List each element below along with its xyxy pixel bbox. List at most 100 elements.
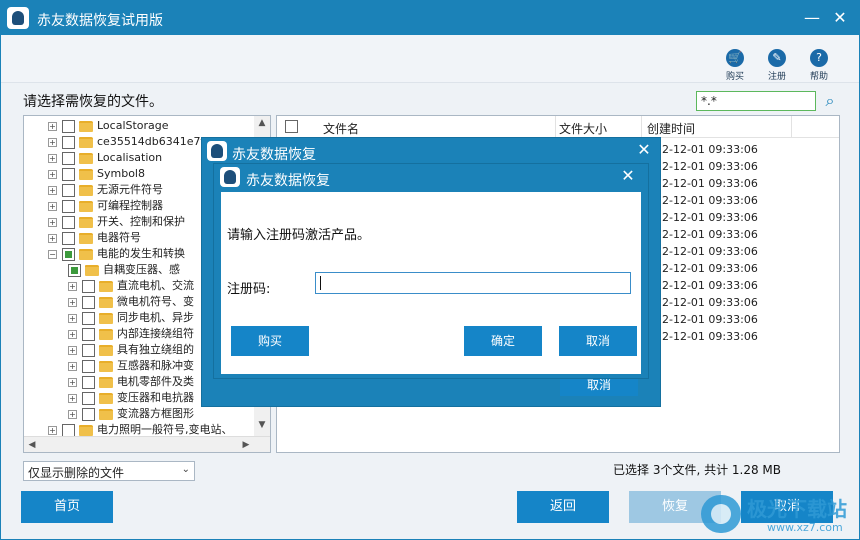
- help-tool-button[interactable]: ? 帮助: [801, 49, 837, 82]
- tree-item-checkbox[interactable]: [82, 343, 95, 357]
- register-dialog-logo: [220, 167, 240, 187]
- tree-item[interactable]: + 无源元件符号: [48, 182, 163, 198]
- tree-item[interactable]: + 变流器方框图形: [68, 406, 194, 422]
- search-icon[interactable]: ⌕: [821, 91, 839, 111]
- dialog-cancel-button[interactable]: 取消: [559, 326, 637, 356]
- select-all-checkbox[interactable]: [285, 120, 298, 133]
- tree-item-checkbox[interactable]: [62, 199, 75, 213]
- column-time[interactable]: 创建时间: [647, 120, 695, 137]
- expand-icon[interactable]: +: [68, 313, 77, 323]
- tree-item[interactable]: + Localisation: [48, 150, 162, 166]
- expand-icon[interactable]: +: [48, 185, 57, 195]
- home-button[interactable]: 首页: [21, 491, 113, 523]
- register-tool-button[interactable]: ✎ 注册: [759, 49, 795, 82]
- expand-icon[interactable]: +: [48, 137, 57, 147]
- folder-icon: [79, 232, 93, 244]
- column-divider: [555, 116, 556, 138]
- column-size[interactable]: 文件大小: [559, 120, 607, 137]
- expand-icon[interactable]: +: [68, 345, 77, 355]
- tree-item[interactable]: + 同步电机、异步: [68, 310, 194, 326]
- tree-item-checkbox[interactable]: [82, 359, 95, 373]
- tree-item-checkbox[interactable]: [62, 183, 75, 197]
- expand-icon[interactable]: +: [68, 281, 77, 291]
- tree-item-checkbox[interactable]: [82, 391, 95, 405]
- filter-input[interactable]: *.*: [696, 91, 816, 111]
- expand-icon[interactable]: +: [48, 425, 57, 435]
- tree-item[interactable]: − 电能的发生和转换: [48, 246, 185, 262]
- tree-item-checkbox[interactable]: [82, 279, 95, 293]
- main-window: 赤友数据恢复试用版 — ✕ 🛒 购买 ✎ 注册 ? 帮助 请选择需恢复的文件。 …: [0, 0, 860, 540]
- collapse-icon[interactable]: −: [48, 249, 57, 259]
- expand-icon[interactable]: +: [48, 169, 57, 179]
- scroll-left-icon[interactable]: ◀: [24, 440, 40, 450]
- chevron-down-icon: ⌄: [181, 464, 190, 475]
- file-created-time: 22-12-01 09:33:06: [655, 228, 758, 241]
- expand-icon[interactable]: +: [48, 153, 57, 163]
- tree-item[interactable]: + 开关、控制和保护: [48, 214, 185, 230]
- scroll-up-icon[interactable]: ▲: [254, 118, 270, 128]
- tree-item-checkbox[interactable]: [62, 423, 75, 437]
- buy-tool-button[interactable]: 🛒 购买: [717, 49, 753, 82]
- tree-item[interactable]: + 变压器和电抗器: [68, 390, 194, 406]
- display-mode-value: 仅显示删除的文件: [28, 466, 125, 480]
- tree-item-checkbox[interactable]: [62, 119, 75, 133]
- tree-item-checkbox[interactable]: [62, 247, 75, 261]
- tree-item[interactable]: + 微电机符号、变: [68, 294, 194, 310]
- tree-item-checkbox[interactable]: [68, 263, 81, 277]
- expand-icon[interactable]: +: [68, 329, 77, 339]
- folder-icon: [79, 120, 93, 132]
- close-icon[interactable]: ✕: [829, 7, 851, 29]
- tree-item-checkbox[interactable]: [82, 295, 95, 309]
- close-icon[interactable]: ✕: [618, 166, 638, 185]
- tree-item[interactable]: + 电机零部件及类: [68, 374, 194, 390]
- pen-icon: ✎: [768, 49, 786, 67]
- dialog-buy-button[interactable]: 购买: [231, 326, 309, 356]
- column-name[interactable]: 文件名: [323, 120, 359, 137]
- tree-item-checkbox[interactable]: [62, 215, 75, 229]
- tree-item-label: 可编程控制器: [97, 199, 163, 212]
- tree-item-checkbox[interactable]: [82, 327, 95, 341]
- tree-item[interactable]: + 可编程控制器: [48, 198, 163, 214]
- expand-icon[interactable]: +: [48, 201, 57, 211]
- tree-item-label: 开关、控制和保护: [97, 215, 185, 228]
- tree-item[interactable]: + 互感器和脉冲变: [68, 358, 194, 374]
- expand-icon[interactable]: +: [68, 377, 77, 387]
- expand-icon[interactable]: +: [68, 361, 77, 371]
- file-created-time: 22-12-01 09:33:06: [655, 296, 758, 309]
- tree-item-checkbox[interactable]: [82, 311, 95, 325]
- close-icon[interactable]: ✕: [634, 140, 654, 159]
- expand-icon[interactable]: +: [68, 409, 77, 419]
- tree-item-label: 具有独立绕组的: [117, 343, 194, 356]
- tree-item-checkbox[interactable]: [62, 135, 75, 149]
- display-mode-select[interactable]: 仅显示删除的文件 ⌄: [23, 461, 195, 481]
- expand-icon[interactable]: +: [48, 121, 57, 131]
- register-dialog-title: 赤友数据恢复: [246, 173, 330, 189]
- tree-item[interactable]: 自耦变压器、感: [68, 262, 180, 278]
- tree-item[interactable]: + LocalStorage: [48, 118, 169, 134]
- dialog-ok-button[interactable]: 确定: [464, 326, 542, 356]
- tree-item[interactable]: + 直流电机、交流: [68, 278, 194, 294]
- tree-item[interactable]: + 内部连接绕组符: [68, 326, 194, 342]
- tree-item[interactable]: + 电器符号: [48, 230, 141, 246]
- tree-item-label: 电能的发生和转换: [97, 247, 185, 260]
- tree-item-checkbox[interactable]: [82, 407, 95, 421]
- registration-code-input[interactable]: [315, 272, 631, 294]
- expand-icon[interactable]: +: [68, 393, 77, 403]
- folder-icon: [99, 360, 113, 372]
- scroll-down-icon[interactable]: ▼: [254, 420, 270, 430]
- tree-item[interactable]: + Symbol8: [48, 166, 145, 182]
- expand-icon[interactable]: +: [48, 217, 57, 227]
- expand-icon[interactable]: +: [68, 297, 77, 307]
- minimize-icon[interactable]: —: [801, 7, 823, 29]
- tree-item[interactable]: + ce35514db6341e7f3: [48, 134, 211, 150]
- tree-item-checkbox[interactable]: [82, 375, 95, 389]
- tree-horizontal-scrollbar[interactable]: ◀ ▶: [24, 436, 270, 452]
- tree-item-checkbox[interactable]: [62, 151, 75, 165]
- scroll-right-icon[interactable]: ▶: [238, 440, 254, 450]
- tree-item-checkbox[interactable]: [62, 167, 75, 181]
- back-button[interactable]: 返回: [517, 491, 609, 523]
- help-tool-label: 帮助: [809, 72, 828, 82]
- tree-item-checkbox[interactable]: [62, 231, 75, 245]
- expand-icon[interactable]: +: [48, 233, 57, 243]
- tree-item[interactable]: + 具有独立绕组的: [68, 342, 194, 358]
